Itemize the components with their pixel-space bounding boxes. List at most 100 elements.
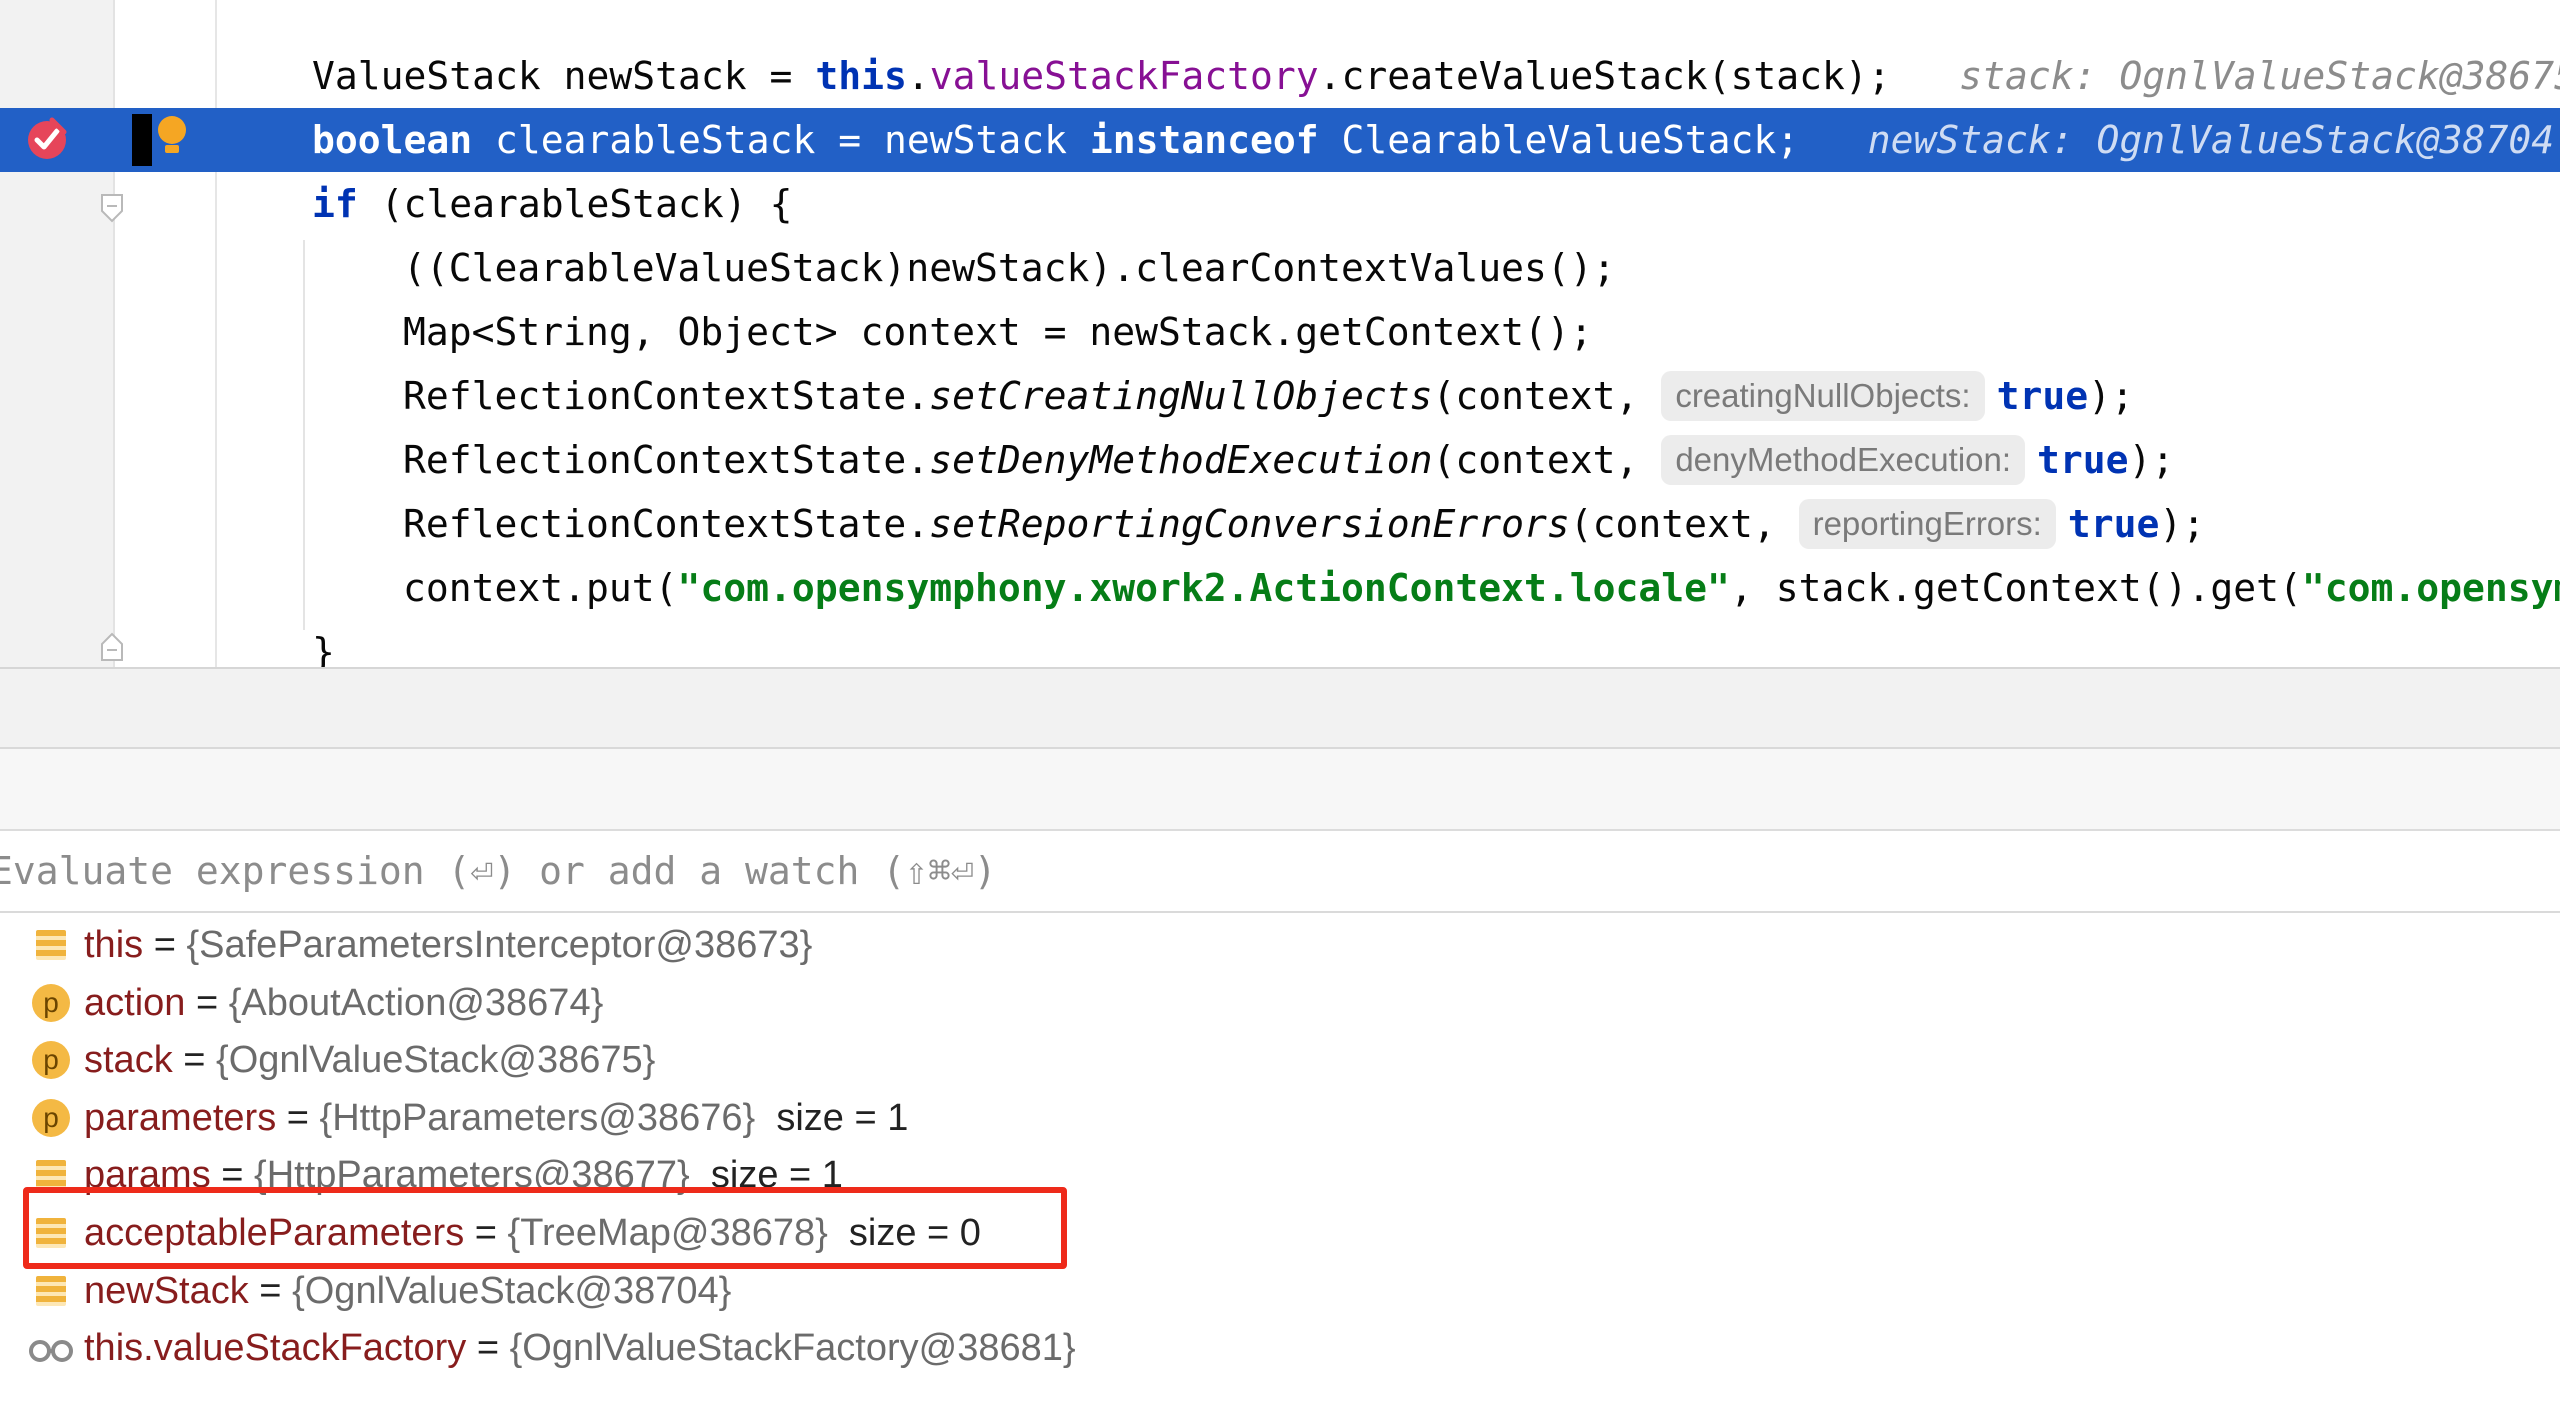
parameter-icon: p <box>32 1098 70 1137</box>
variable-text: stack = {OgnlValueStack@38675} <box>84 1031 655 1089</box>
field-token: valueStackFactory <box>929 54 1319 98</box>
string-literal: "com.opensymphony.xwork2.ActionContext.l… <box>677 566 1730 610</box>
inline-debug-value: newStack: OgnlValueStack@38704 <box>1867 118 2555 162</box>
code-token: ); <box>2159 502 2206 546</box>
field-icon <box>32 1272 70 1310</box>
variable-text: this.valueStackFactory = {OgnlValueStack… <box>84 1319 1076 1377</box>
variable-name: this <box>84 924 144 966</box>
highlight-box <box>23 1187 1067 1269</box>
code-line[interactable]: ReflectionContextState.setReportingConve… <box>0 492 2560 556</box>
code-token: (context, <box>1432 438 1662 482</box>
code-token: (context, <box>1569 502 1799 546</box>
hint-spacer <box>1799 118 1868 162</box>
code-text: ReflectionContextState.setCreatingNullOb… <box>403 364 2134 428</box>
hint-spacer <box>1891 54 1960 98</box>
variable-name: action <box>84 981 186 1024</box>
field-icon-glyph <box>36 1275 66 1306</box>
code-text: } <box>312 620 335 667</box>
variable-equals: = <box>143 924 187 966</box>
keyword-token: instanceof <box>1089 118 1319 162</box>
code-line[interactable]: } <box>0 620 2560 667</box>
variable-value: {OgnlValueStack@38675} <box>216 1039 656 1082</box>
variable-value: {OgnlValueStack@38704} <box>292 1269 732 1312</box>
evaluate-bar <box>0 831 2560 913</box>
variable-size: size = 1 <box>755 1096 909 1139</box>
code-line[interactable]: ((ClearableValueStack)newStack).clearCon… <box>0 236 2560 300</box>
code-token: ClearableValueStack; <box>1318 118 1800 162</box>
string-literal: "com.opensymphony.xwork2.ActionContext.l… <box>2301 566 2560 610</box>
variable-text: parameters = {HttpParameters@38676} size… <box>84 1089 908 1147</box>
watch-icon <box>28 1329 73 1367</box>
evaluate-expression-input[interactable] <box>0 839 2550 903</box>
parameter-icon-glyph: p <box>32 983 70 1022</box>
code-token: (context, <box>1432 374 1662 418</box>
parameter-icon-glyph: p <box>32 1041 70 1080</box>
code-token: ReflectionContextState. <box>403 438 930 482</box>
parameter-hint: denyMethodExecution: <box>1661 435 2026 485</box>
variable-row[interactable]: p stack = {OgnlValueStack@38675} <box>0 1031 2560 1089</box>
static-method-token: setReportingConversionErrors <box>929 502 1570 546</box>
variables-panel[interactable]: this = {SafeParametersInterceptor@38673}… <box>0 913 2560 1414</box>
keyword-token: true <box>1996 374 2089 418</box>
empty-panel <box>0 669 2560 747</box>
code-text: if (clearableStack) { <box>312 172 792 236</box>
code-token: ValueStack newStack = <box>312 54 816 98</box>
variable-row[interactable]: p parameters = {HttpParameters@38676} siz… <box>0 1089 2560 1147</box>
code-token: ((ClearableValueStack)newStack).clearCon… <box>403 246 1616 290</box>
variable-equals: = <box>466 1327 510 1370</box>
variable-value: {AboutAction@38674} <box>228 981 604 1024</box>
variable-text: this = {SafeParametersInterceptor@38673} <box>84 916 812 974</box>
code-token: . <box>906 54 930 98</box>
debug-toolbar <box>0 749 2560 831</box>
execution-line[interactable]: boolean clearableStack = newStack instan… <box>0 108 2560 172</box>
field-icon <box>32 926 70 964</box>
variable-row[interactable]: this = {SafeParametersInterceptor@38673} <box>0 916 2560 974</box>
field-icon-glyph <box>36 930 66 960</box>
parameter-hint: reportingErrors: <box>1798 499 2056 549</box>
keyword-token: this <box>815 54 907 98</box>
code-token: context.put( <box>403 566 678 610</box>
code-token: } <box>312 630 335 667</box>
variable-text: action = {AboutAction@38674} <box>84 974 603 1032</box>
keyword-token: true <box>2067 502 2160 546</box>
code-line[interactable]: Map<String, Object> context = newStack.g… <box>0 300 2560 364</box>
code-text: ReflectionContextState.setDenyMethodExec… <box>403 428 2174 492</box>
code-text: ValueStack newStack = this.valueStackFac… <box>312 44 2560 108</box>
field-icon-glyph <box>36 1160 66 1191</box>
breakpoint-icon[interactable] <box>24 116 70 162</box>
variable-row[interactable]: this.valueStackFactory = {OgnlValueStack… <box>0 1319 2560 1377</box>
parameter-hint: creatingNullObjects: <box>1661 371 1985 421</box>
keyword-token: boolean <box>312 118 473 162</box>
code-text: ((ClearableValueStack)newStack).clearCon… <box>403 236 1616 300</box>
inline-debug-value: stack: OgnlValueStack@38675 <box>1959 54 2560 98</box>
code-token: Map<String, Object> context = newStack.g… <box>403 310 1593 354</box>
variable-equals: = <box>185 981 229 1024</box>
parameter-icon: p <box>32 1041 70 1080</box>
variable-name: newStack <box>84 1269 249 1312</box>
code-line[interactable]: ReflectionContextState.setCreatingNullOb… <box>0 364 2560 428</box>
variable-equals: = <box>248 1269 293 1312</box>
variable-row[interactable]: newStack = {OgnlValueStack@38704} <box>0 1262 2560 1320</box>
code-text: context.put("com.opensymphony.xwork2.Act… <box>403 556 2560 620</box>
variable-equals: = <box>276 1096 320 1139</box>
variable-row[interactable]: p action = {AboutAction@38674} <box>0 974 2560 1032</box>
execution-point-icon <box>130 112 192 168</box>
variable-name: parameters <box>84 1096 277 1139</box>
variable-name: this.valueStackFactory <box>84 1327 467 1370</box>
variable-name: stack <box>84 1039 173 1082</box>
code-token: ReflectionContextState. <box>403 502 930 546</box>
static-method-token: setCreatingNullObjects <box>929 374 1433 418</box>
code-token: ); <box>2088 374 2134 418</box>
code-text: Map<String, Object> context = newStack.g… <box>403 300 1593 364</box>
variable-value: {HttpParameters@38676} <box>319 1096 756 1139</box>
code-line[interactable]: ValueStack newStack = this.valueStackFac… <box>0 44 2560 108</box>
code-line[interactable]: ReflectionContextState.setDenyMethodExec… <box>0 428 2560 492</box>
code-token: ); <box>2128 438 2175 482</box>
code-line[interactable]: if (clearableStack) { <box>0 172 2560 236</box>
code-token: .createValueStack(stack); <box>1318 54 1891 98</box>
parameter-icon: p <box>32 983 70 1022</box>
code-line[interactable]: context.put("com.opensymphony.xwork2.Act… <box>0 556 2560 620</box>
code-editor[interactable]: ValueStack newStack = this.valueStackFac… <box>0 0 2560 667</box>
variable-value: {SafeParametersInterceptor@38673} <box>186 924 813 966</box>
variable-value: {OgnlValueStackFactory@38681} <box>509 1327 1076 1370</box>
